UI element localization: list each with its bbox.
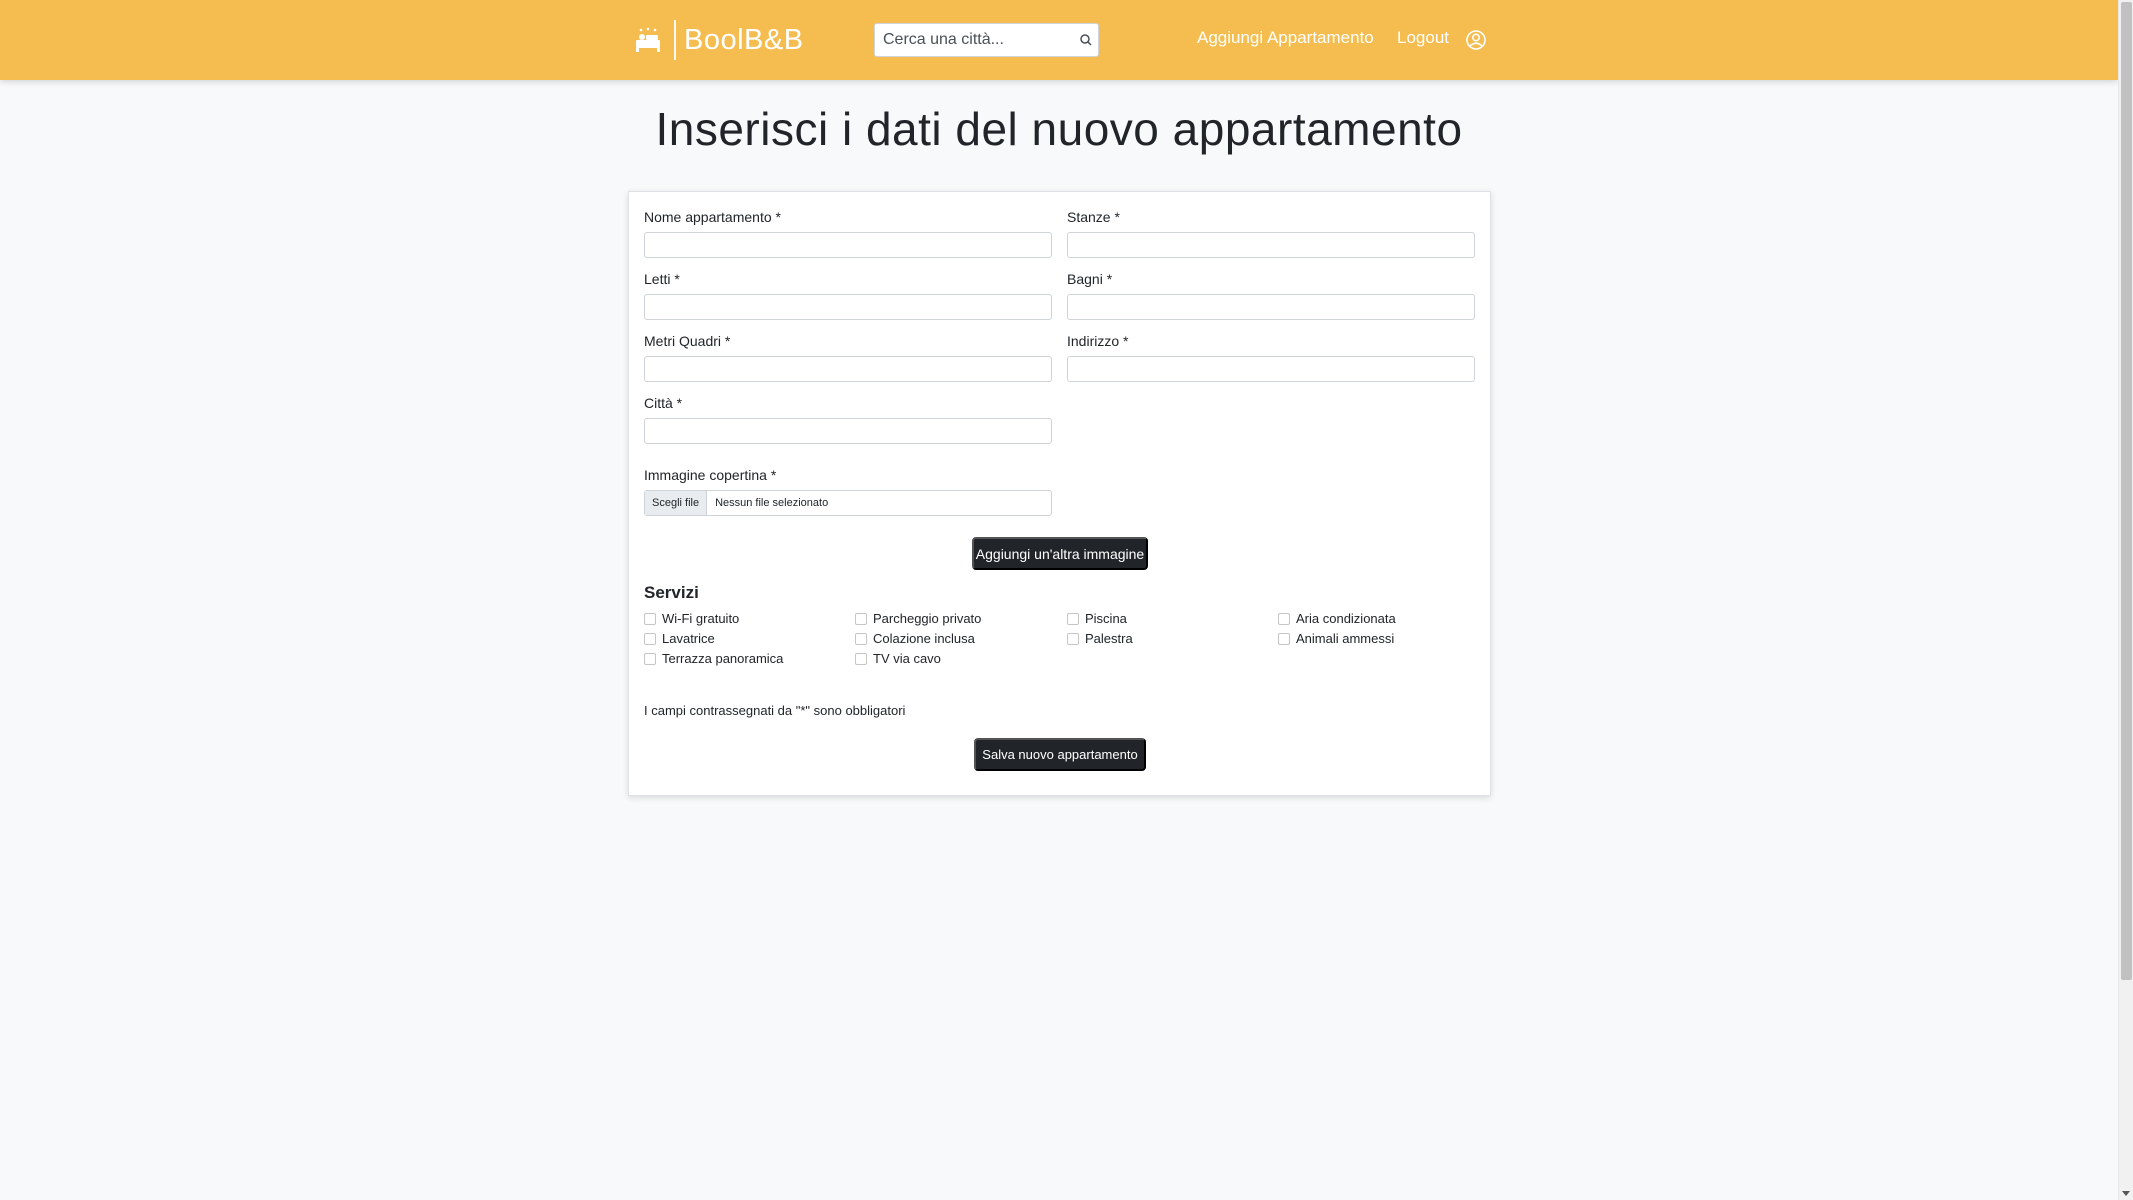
nav-add-apartment[interactable]: Aggiungi Appartamento	[1197, 28, 1374, 48]
service-label: Aria condizionata	[1296, 611, 1396, 626]
input-nome[interactable]	[644, 232, 1052, 258]
page-title: Inserisci i dati del nuovo appartamento	[655, 103, 1463, 155]
file-status: Nessun file selezionato	[715, 497, 829, 509]
service-terrazza[interactable]: Terrazza panoramica	[644, 651, 783, 666]
service-wifi[interactable]: Wi-Fi gratuito	[644, 611, 739, 626]
input-citta[interactable]	[644, 418, 1052, 444]
user-circle-icon[interactable]	[1465, 29, 1487, 51]
input-letti[interactable]	[644, 294, 1052, 320]
choose-file-button[interactable]: Scegli file	[645, 491, 708, 515]
service-parcheggio[interactable]: Parcheggio privato	[855, 611, 981, 626]
save-button[interactable]: Salva nuovo appartamento	[974, 738, 1146, 771]
label-bagni: Bagni *	[1067, 271, 1113, 287]
label-immagine: Immagine copertina *	[644, 467, 777, 483]
service-tv[interactable]: TV via cavo	[855, 651, 941, 666]
navbar: BoolB&B Aggiungi Appartamento Logout	[0, 0, 2118, 80]
label-nome: Nome appartamento *	[644, 209, 781, 225]
scrollbar[interactable]	[2118, 0, 2133, 1200]
scrollbar-thumb[interactable]	[2121, 2, 2132, 980]
search-icon[interactable]	[1078, 32, 1094, 48]
brand-divider	[674, 20, 676, 60]
input-metri[interactable]	[644, 356, 1052, 382]
service-label: Colazione inclusa	[873, 631, 975, 646]
brand-logo[interactable]: BoolB&B	[628, 16, 804, 64]
required-note: I campi contrassegnati da "*" sono obbli…	[644, 703, 906, 718]
service-piscina[interactable]: Piscina	[1067, 611, 1127, 626]
service-label: Lavatrice	[662, 631, 715, 646]
checkbox[interactable]	[855, 612, 867, 625]
label-letti: Letti *	[644, 271, 680, 287]
service-label: Parcheggio privato	[873, 611, 982, 626]
checkbox[interactable]	[855, 632, 867, 645]
service-label: Palestra	[1085, 631, 1133, 646]
input-indirizzo[interactable]	[1067, 356, 1475, 382]
checkbox[interactable]	[1067, 632, 1079, 645]
service-colazione[interactable]: Colazione inclusa	[855, 631, 975, 646]
checkbox[interactable]	[1278, 632, 1290, 645]
services-title: Servizi	[644, 583, 699, 602]
checkbox[interactable]	[644, 652, 656, 665]
checkbox[interactable]	[644, 632, 656, 645]
add-image-button[interactable]: Aggiungi un'altra immagine	[972, 537, 1148, 570]
nav-logout[interactable]: Logout	[1397, 28, 1449, 48]
checkbox[interactable]	[644, 612, 656, 625]
service-label: Terrazza panoramica	[662, 651, 784, 666]
label-stanze: Stanze *	[1067, 209, 1120, 225]
checkbox[interactable]	[1067, 612, 1079, 625]
service-aria[interactable]: Aria condizionata	[1278, 611, 1396, 626]
bed-icon	[628, 20, 668, 60]
service-label: Wi-Fi gratuito	[662, 611, 740, 626]
service-label: TV via cavo	[873, 651, 941, 666]
service-label: Animali ammessi	[1296, 631, 1395, 646]
service-lavatrice[interactable]: Lavatrice	[644, 631, 715, 646]
apartment-form: Nome appartamento * Stanze * Letti * Bag…	[628, 191, 1491, 796]
search-box	[874, 23, 1099, 57]
search-input[interactable]	[875, 24, 1065, 56]
service-animali[interactable]: Animali ammessi	[1278, 631, 1394, 646]
file-input[interactable]: Scegli file Nessun file selezionato	[644, 490, 1052, 516]
service-label: Piscina	[1085, 611, 1127, 626]
label-citta: Città *	[644, 395, 683, 411]
input-stanze[interactable]	[1067, 232, 1475, 258]
brand-name: BoolB&B	[684, 23, 804, 56]
checkbox[interactable]	[855, 652, 867, 665]
service-palestra[interactable]: Palestra	[1067, 631, 1133, 646]
label-metri: Metri Quadri *	[644, 333, 731, 349]
scroll-down-icon[interactable]	[2122, 1191, 2130, 1196]
input-bagni[interactable]	[1067, 294, 1475, 320]
label-indirizzo: Indirizzo *	[1067, 333, 1129, 349]
checkbox[interactable]	[1278, 612, 1290, 625]
